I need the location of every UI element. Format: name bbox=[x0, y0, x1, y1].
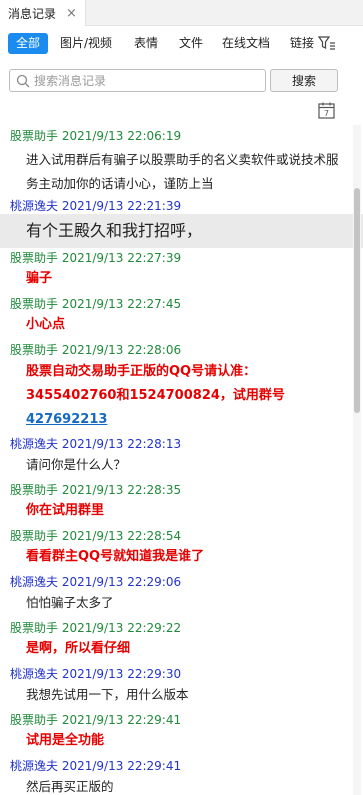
message-time: 2021/9/13 22:29:30 bbox=[61, 667, 182, 681]
message-line: 我想先试用一下，用什么版本 bbox=[26, 687, 189, 702]
message-header: 桃源逸夫 2021/9/13 22:29:41 bbox=[10, 757, 181, 774]
message-body-highlighted: 有个王殿久和我打招呼， bbox=[0, 214, 363, 248]
message-time: 2021/9/13 22:28:13 bbox=[61, 437, 182, 451]
sender-name: 桃源逸夫 bbox=[10, 575, 59, 589]
message-header: 股票助手 2021/9/13 22:27:45 bbox=[10, 295, 181, 312]
message-line: 怕怕骗子太多了 bbox=[26, 595, 114, 610]
message-body: 我想先试用一下，用什么版本 bbox=[26, 683, 350, 707]
message-body: 是啊，所以看仔细 bbox=[26, 637, 350, 661]
message-line: 骗子 bbox=[26, 271, 53, 286]
message-body: 骗子 bbox=[26, 267, 350, 291]
message-header: 桃源逸夫 2021/9/13 22:28:13 bbox=[10, 435, 181, 452]
message-line: 看看群主QQ号就知道我是谁了 bbox=[26, 549, 205, 564]
message-body: 你在试用群里 bbox=[26, 499, 350, 523]
message-line: 然后再买正版的 bbox=[26, 779, 114, 794]
message-line: 小心点 bbox=[26, 317, 66, 332]
sender-name: 股票助手 bbox=[10, 129, 59, 143]
sender-name: 股票助手 bbox=[10, 483, 59, 497]
message-header: 桃源逸夫 2021/9/13 22:21:39 bbox=[10, 197, 181, 214]
sender-name: 股票助手 bbox=[10, 621, 59, 635]
message-list: 股票助手 2021/9/13 22:06:19 进入试用群后有骗子以股票助手的名… bbox=[0, 0, 363, 795]
message-line: 是啊，所以看仔细 bbox=[26, 641, 131, 656]
sender-name: 桃源逸夫 bbox=[10, 667, 59, 681]
message-time: 2021/9/13 22:29:41 bbox=[61, 759, 182, 773]
message-time: 2021/9/13 22:29:06 bbox=[61, 575, 182, 589]
message-body: 小心点 bbox=[26, 313, 350, 337]
message-header: 股票助手 2021/9/13 22:27:39 bbox=[10, 249, 181, 266]
message-body: 怕怕骗子太多了 bbox=[26, 591, 350, 615]
message-header: 股票助手 2021/9/13 22:06:19 bbox=[10, 127, 181, 144]
sender-name: 股票助手 bbox=[10, 713, 59, 727]
message-time: 2021/9/13 22:27:39 bbox=[61, 251, 182, 265]
sender-name: 股票助手 bbox=[10, 529, 59, 543]
sender-name: 股票助手 bbox=[10, 251, 59, 265]
message-header: 股票助手 2021/9/13 22:28:06 bbox=[10, 341, 181, 358]
message-header: 股票助手 2021/9/13 22:29:22 bbox=[10, 619, 181, 636]
message-header: 桃源逸夫 2021/9/13 22:29:30 bbox=[10, 665, 181, 682]
message-header: 股票助手 2021/9/13 22:29:41 bbox=[10, 711, 181, 728]
message-body: 然后再买正版的 bbox=[26, 775, 350, 795]
message-line: 请问你是什么人？ bbox=[26, 457, 127, 472]
message-time: 2021/9/13 22:06:19 bbox=[61, 129, 182, 143]
message-header: 股票助手 2021/9/13 22:28:54 bbox=[10, 527, 181, 544]
message-line: 3455402760和1524700824，试用群号 bbox=[26, 388, 285, 403]
sender-name: 股票助手 bbox=[10, 297, 59, 311]
group-number-link[interactable]: 427692213 bbox=[26, 412, 107, 427]
message-time: 2021/9/13 22:28:54 bbox=[61, 529, 182, 543]
message-header: 股票助手 2021/9/13 22:28:35 bbox=[10, 481, 181, 498]
sender-name: 桃源逸夫 bbox=[10, 437, 59, 451]
message-body: 请问你是什么人？ bbox=[26, 453, 350, 477]
message-body: 进入试用群后有骗子以股票助手的名义卖软件或说技术服 务主动加你的话请小心，谨防上… bbox=[26, 148, 350, 196]
scrollbar-thumb[interactable] bbox=[354, 188, 360, 413]
sender-name: 桃源逸夫 bbox=[10, 199, 59, 213]
message-line: 务主动加你的话请小心，谨防上当 bbox=[26, 176, 214, 191]
message-time: 2021/9/13 22:28:35 bbox=[61, 483, 182, 497]
message-time: 2021/9/13 22:29:41 bbox=[61, 713, 182, 727]
message-body: 看看群主QQ号就知道我是谁了 bbox=[26, 545, 350, 569]
message-time: 2021/9/13 22:29:22 bbox=[61, 621, 182, 635]
message-time: 2021/9/13 22:28:06 bbox=[61, 343, 182, 357]
sender-name: 桃源逸夫 bbox=[10, 759, 59, 773]
message-header: 桃源逸夫 2021/9/13 22:29:06 bbox=[10, 573, 181, 590]
message-line: 进入试用群后有骗子以股票助手的名义卖软件或说技术服 bbox=[26, 152, 339, 167]
message-body: 试用是全功能 bbox=[26, 729, 350, 753]
message-time: 2021/9/13 22:21:39 bbox=[61, 199, 182, 213]
message-line: 你在试用群里 bbox=[26, 503, 105, 518]
sender-name: 股票助手 bbox=[10, 343, 59, 357]
message-line: 有个王殿久和我打招呼， bbox=[26, 221, 203, 240]
message-time: 2021/9/13 22:27:45 bbox=[61, 297, 182, 311]
message-line: 股票自动交易助手正版的QQ号请认准： bbox=[26, 364, 257, 379]
message-line: 试用是全功能 bbox=[26, 733, 105, 748]
message-body: 股票自动交易助手正版的QQ号请认准： 3455402760和1524700824… bbox=[26, 360, 350, 432]
